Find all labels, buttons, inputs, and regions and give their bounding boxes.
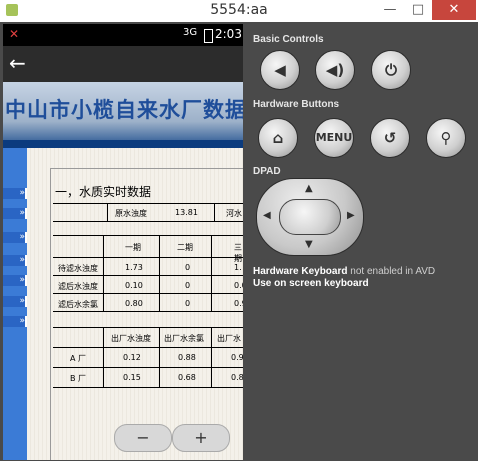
out-value: 0.8 — [231, 373, 243, 382]
header-phase1: 一期 — [125, 243, 141, 252]
page-content: 一，水质实时数据 原水浊度 13.81 河水 一期 二期 三期 待滤水浊度 1.… — [27, 148, 243, 460]
site-banner: 中山市小榄自来水厂数据监 — [3, 82, 243, 148]
back-arrow-icon[interactable]: ← — [9, 52, 31, 74]
table-row — [53, 275, 243, 276]
status-bar: ✕ 3G 2:03 — [3, 24, 243, 46]
table-row — [53, 293, 243, 294]
side-nav-tab[interactable]: » — [3, 232, 27, 243]
grid-line — [103, 327, 104, 387]
device-screen: ✕ 3G 2:03 ← 中山市小榄自来水厂数据监 » » » » » » » 一… — [3, 24, 243, 460]
notification-icon: ✕ — [9, 27, 20, 41]
row-value: 1.73 — [125, 263, 143, 272]
grid-line — [214, 203, 215, 221]
data-panel: 一，水质实时数据 原水浊度 13.81 河水 一期 二期 三期 待滤水浊度 1.… — [50, 168, 243, 460]
row-value: 0 — [185, 281, 191, 290]
dpad-label: DPAD — [253, 166, 281, 177]
out-label: B 厂 — [70, 374, 87, 383]
keyboard-note: Hardware Keyboard not enabled in AVD Use… — [253, 266, 473, 290]
search-icon[interactable]: ⚲ — [426, 118, 466, 158]
side-nav-tab[interactable]: » — [3, 255, 27, 266]
table-row — [53, 221, 243, 222]
dpad-up-icon[interactable]: ▲ — [305, 183, 313, 194]
keyboard-note-rest: not enabled in AVD — [347, 266, 436, 277]
section-title: 一，水质实时数据 — [55, 185, 152, 199]
header-phase2: 二期 — [177, 243, 193, 252]
menu-button[interactable]: MENU — [314, 118, 354, 158]
row-value: 0 — [185, 299, 191, 308]
grid-line — [159, 235, 160, 311]
raw-label: 原水浊度 — [115, 209, 147, 218]
raw-value: 13.81 — [175, 208, 198, 217]
emulator-controls: Basic Controls ◀ ◀) ⏻ Hardware Buttons ⌂… — [244, 22, 478, 461]
minimize-button[interactable]: — — [376, 0, 404, 20]
zoom-control: − + — [114, 424, 232, 452]
out-header: 出厂水浊度 — [111, 334, 151, 343]
volume-down-icon[interactable]: ◀ — [260, 50, 300, 90]
out-header: 出厂水 — [217, 334, 241, 343]
grid-line — [211, 327, 212, 387]
zoom-in-button[interactable]: + — [172, 424, 230, 452]
side-nav-tab[interactable]: » — [3, 296, 27, 307]
out-value: 0.88 — [178, 353, 196, 362]
hardware-buttons-label: Hardware Buttons — [253, 99, 340, 110]
close-button[interactable]: ✕ — [432, 0, 476, 20]
side-nav-tab[interactable]: » — [3, 188, 27, 199]
side-nav-tab[interactable]: » — [3, 208, 27, 219]
table-row — [53, 327, 243, 328]
back-icon[interactable]: ↺ — [370, 118, 410, 158]
row-value: 0.80 — [125, 299, 143, 308]
volume-up-icon[interactable]: ◀) — [315, 50, 355, 90]
home-icon[interactable]: ⌂ — [258, 118, 298, 158]
row-label: 滤后水余氯 — [58, 300, 98, 309]
row-value: 0.9 — [234, 299, 243, 308]
table-row — [53, 367, 243, 368]
dpad-center-button[interactable] — [279, 199, 341, 235]
side-nav: » » » » » » » — [3, 148, 27, 460]
header-phase3: 三期 — [234, 243, 242, 263]
row-value: 1. — [234, 263, 242, 272]
action-bar: ← — [3, 46, 243, 82]
grid-line — [107, 203, 108, 221]
grid-line — [211, 235, 212, 311]
table-row — [53, 311, 243, 312]
out-label: A 厂 — [70, 354, 87, 363]
table-row — [53, 347, 243, 348]
maximize-button[interactable]: □ — [404, 0, 432, 20]
row-label: 待滤水浊度 — [58, 264, 98, 273]
grid-line — [159, 327, 160, 387]
out-value: 0.12 — [123, 353, 141, 362]
side-nav-tab[interactable]: » — [3, 275, 27, 286]
dpad-left-icon[interactable]: ◀ — [263, 210, 271, 221]
table-row — [53, 257, 243, 258]
table-row — [53, 387, 243, 388]
dpad[interactable]: ▲ ▼ ◀ ▶ — [256, 178, 364, 256]
window-titlebar: 5554:aa — □ ✕ — [0, 0, 478, 23]
grid-line — [103, 235, 104, 311]
power-icon[interactable]: ⏻ — [371, 50, 411, 90]
keyboard-note-line2: Use on screen keyboard — [253, 278, 369, 289]
out-value: 0.9 — [231, 353, 243, 362]
table-row — [53, 235, 243, 236]
out-value: 0.68 — [178, 373, 196, 382]
banner-title: 中山市小榄自来水厂数据监 — [5, 97, 243, 122]
dpad-down-icon[interactable]: ▼ — [305, 239, 313, 250]
row-value: 0 — [185, 263, 191, 272]
keyboard-note-bold: Hardware Keyboard — [253, 266, 348, 277]
row-label: 滤后水浊度 — [58, 282, 98, 291]
battery-icon — [204, 29, 213, 43]
raw-next-label: 河水 — [226, 209, 242, 218]
status-time: 2:03 — [215, 27, 242, 41]
side-nav-tab[interactable]: » — [3, 316, 27, 327]
signal-icon: 3G — [183, 27, 198, 38]
out-value: 0.15 — [123, 373, 141, 382]
banner-strip — [3, 140, 243, 148]
out-header: 出厂水余氯 — [164, 334, 204, 343]
row-value: 0.0 — [234, 281, 243, 290]
dpad-right-icon[interactable]: ▶ — [347, 210, 355, 221]
zoom-out-button[interactable]: − — [114, 424, 172, 452]
row-value: 0.10 — [125, 281, 143, 290]
basic-controls-label: Basic Controls — [253, 34, 324, 45]
